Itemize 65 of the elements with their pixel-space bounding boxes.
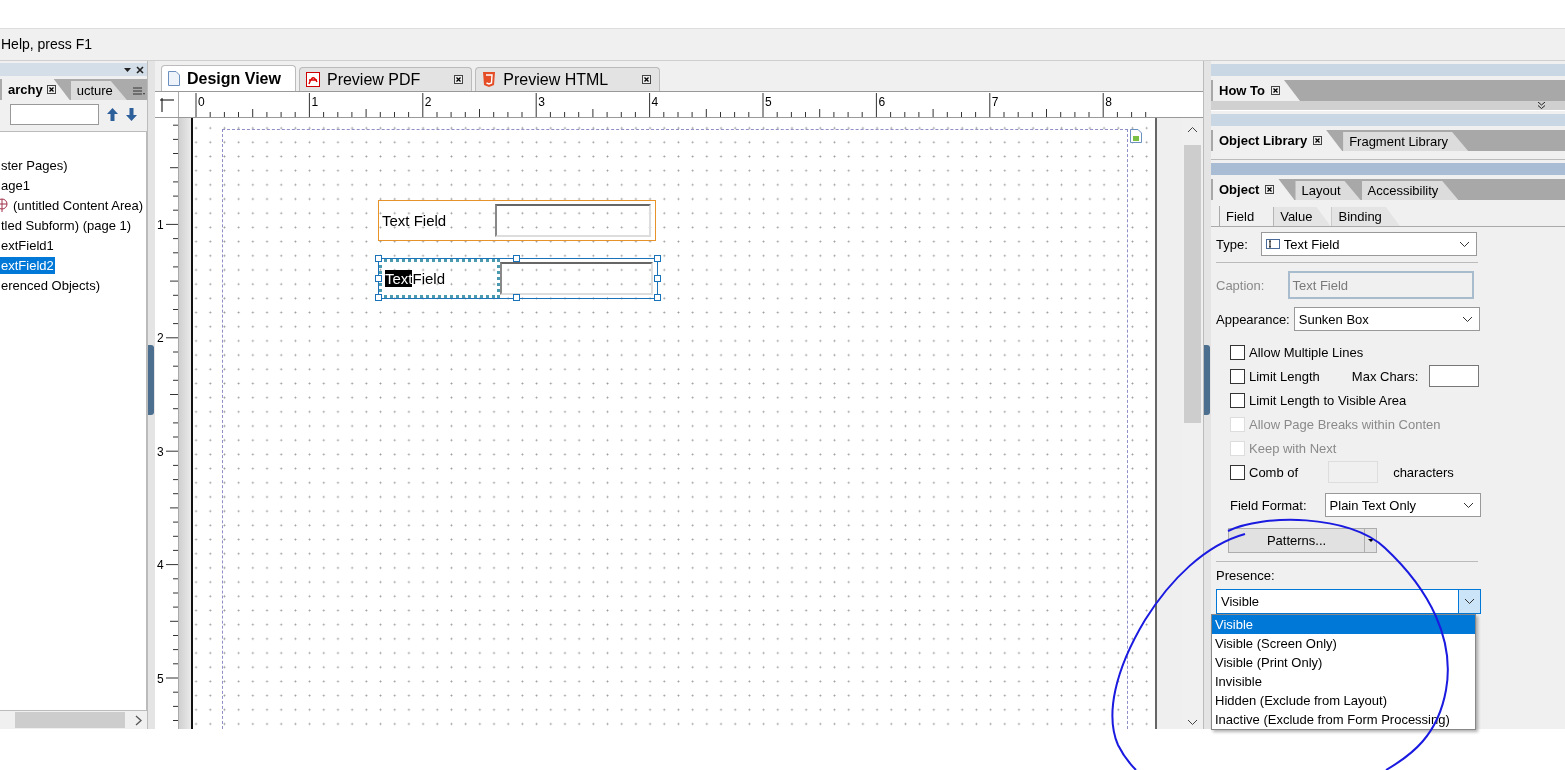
patterns-button[interactable]: Patterns... [1228, 528, 1377, 553]
tree-item[interactable]: age1 [0, 176, 31, 194]
ruler-number: 1 [311, 96, 319, 108]
dropdown-value: Sunken Box [1298, 311, 1369, 327]
form-field[interactable]: Text Field [377, 200, 656, 241]
checkbox-label: Limit Length to Visible Area [1249, 392, 1407, 408]
tab[interactable]: How To [1213, 80, 1300, 101]
status-text: Help, press F1 [0, 35, 93, 52]
checkbox-label: Limit Length [1249, 368, 1320, 384]
dropdown-option[interactable]: Visible (Screen Only) [1212, 634, 1475, 653]
tab[interactable]: Preview HTML [475, 67, 661, 91]
dropdown-option[interactable]: Invisible [1212, 672, 1475, 691]
tab[interactable]: ucture [70, 81, 127, 100]
dropdown[interactable]: Plain Text Only [1324, 493, 1481, 517]
ruler-number: 6 [878, 96, 886, 108]
checkbox-label: Allow Multiple Lines [1249, 344, 1364, 360]
tab[interactable]: archy [2, 79, 70, 100]
tab[interactable]: Fragment Library [1343, 132, 1469, 151]
tree-item[interactable]: extField2 [0, 256, 55, 274]
form-field[interactable]: TextField [377, 258, 658, 299]
ruler-number: 1 [157, 219, 164, 231]
ruler-number: 3 [157, 445, 164, 458]
checkbox-label: Comb of [1249, 464, 1299, 480]
tree-item[interactable]: ster Pages) [0, 156, 69, 174]
tab[interactable]: Preview PDF [298, 67, 473, 91]
ruler-number: 5 [157, 672, 164, 685]
dropdown-value: Plain Text Only [1329, 497, 1417, 513]
dropdown-option[interactable]: Visible (Print Only) [1212, 653, 1475, 672]
dropdown[interactable]: Text Field [1260, 232, 1477, 256]
checkbox-label: Keep with Next [1249, 440, 1337, 456]
ruler-number: 2 [157, 332, 164, 345]
ruler-number: 7 [991, 96, 999, 108]
caption-field: Text Field [1288, 271, 1475, 299]
field-label: Type: [1216, 236, 1248, 252]
dropdown-option[interactable]: Hidden (Exclude from Layout) [1212, 691, 1475, 710]
checkbox-label: Allow Page Breaks within Conten [1249, 416, 1441, 432]
ruler-number: 3 [538, 96, 545, 108]
field-label: Field Format: [1230, 497, 1307, 513]
tab[interactable]: Object Library [1213, 130, 1343, 151]
tab[interactable]: Design View [161, 65, 296, 91]
ruler-number: 0 [198, 96, 205, 108]
dropdown-option[interactable]: Visible [1212, 615, 1475, 634]
ruler-number: 5 [765, 96, 772, 108]
dropdown[interactable]: Visible [1216, 589, 1481, 614]
ruler-number: 2 [424, 96, 432, 108]
tab[interactable]: Object [1213, 179, 1295, 200]
tree-item[interactable]: tled Subform) (page 1) [0, 216, 133, 234]
field-label: characters [1393, 464, 1454, 480]
field-label: Max Chars: [1351, 368, 1419, 384]
ruler-number: 8 [1105, 96, 1112, 108]
ruler-number: 4 [651, 96, 659, 108]
dropdown-value: Text Field [1283, 236, 1340, 252]
tab[interactable]: Value [1273, 207, 1331, 226]
field-label: Presence: [1216, 568, 1276, 583]
tab[interactable]: Accessibility [1361, 181, 1459, 200]
field-caption: Text Field [380, 211, 448, 231]
tree-item[interactable]: erenced Objects) [0, 276, 101, 294]
tab[interactable]: Layout [1295, 181, 1361, 200]
tab[interactable]: Binding [1331, 207, 1400, 226]
ruler-number: 4 [157, 559, 164, 572]
field-label: Appearance: [1216, 311, 1290, 327]
field-label: Caption: [1216, 277, 1265, 293]
tree-item[interactable]: (untitled Content Area) [12, 196, 145, 214]
dropdown[interactable]: Sunken Box [1293, 307, 1480, 331]
tree-item[interactable]: extField1 [0, 236, 55, 254]
